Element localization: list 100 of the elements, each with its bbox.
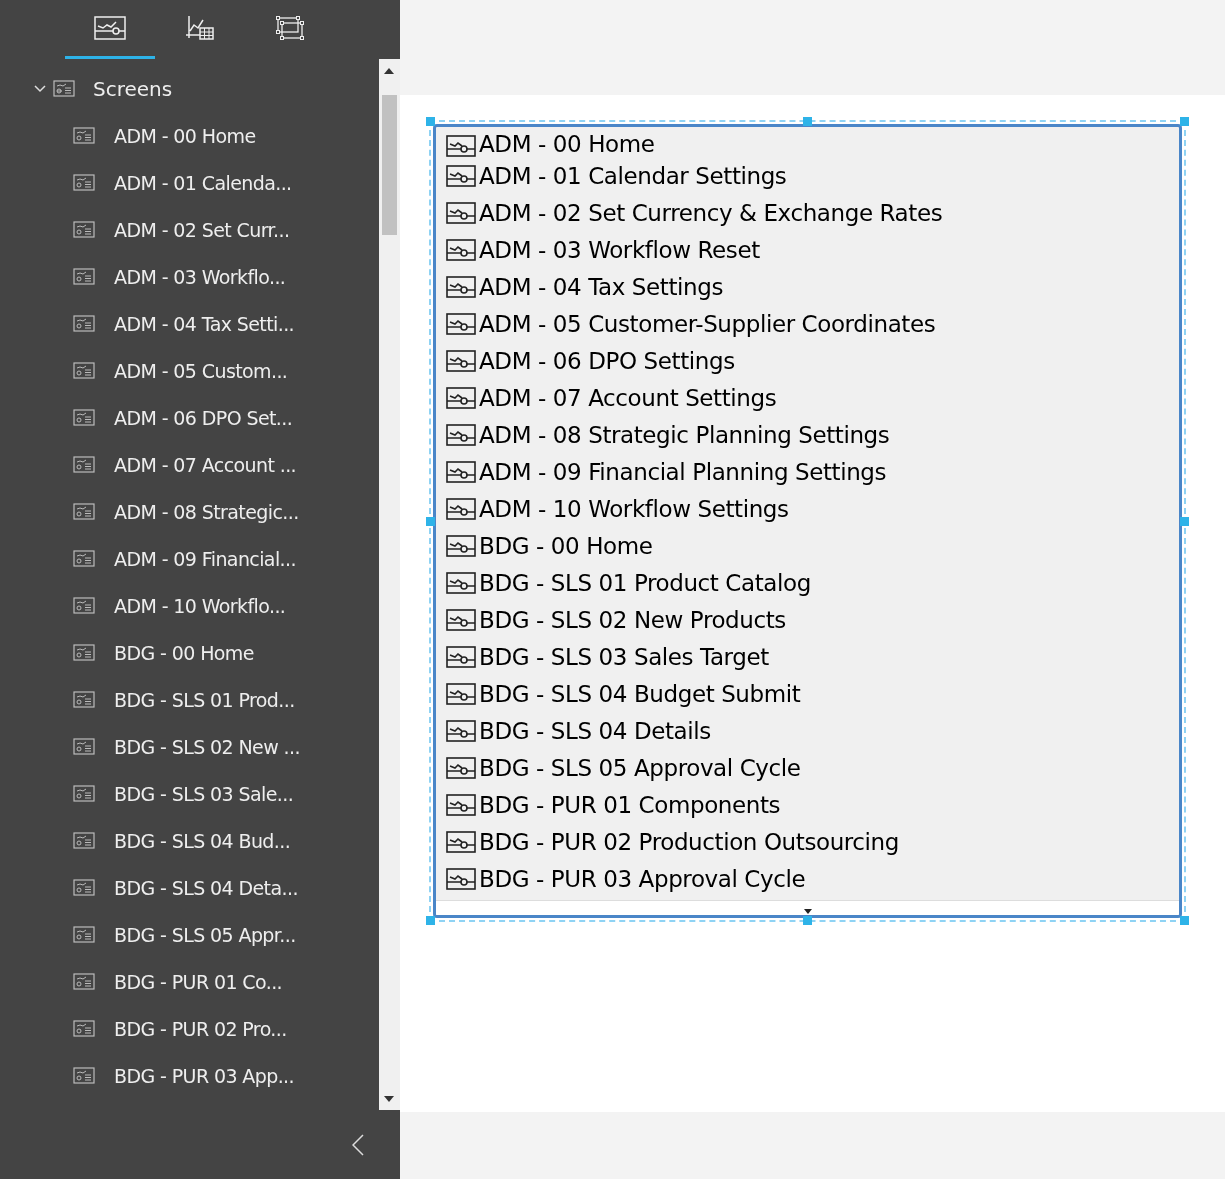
tree-item[interactable]: BDG - SLS 04 Bud... — [0, 817, 379, 864]
tree-item[interactable]: ADM - 04 Tax Setti... — [0, 300, 379, 347]
list-item[interactable]: ADM - 10 Workflow Settings — [436, 490, 1179, 527]
list-item[interactable]: ADM - 05 Customer-Supplier Coordinates — [436, 305, 1179, 342]
screen-icon — [73, 926, 95, 943]
scroll-up-icon[interactable] — [384, 68, 394, 74]
tree-item[interactable]: ADM - 01 Calenda... — [0, 159, 379, 206]
tree-item[interactable]: ADM - 09 Financial... — [0, 535, 379, 582]
list-item[interactable]: BDG - SLS 03 Sales Target — [436, 638, 1179, 675]
screen-icon — [446, 386, 476, 409]
list-item[interactable]: ADM - 07 Account Settings — [436, 379, 1179, 416]
frames-icon — [275, 15, 305, 41]
dropdown-icon — [804, 909, 812, 914]
screen-icon — [446, 682, 476, 705]
screen-icon — [446, 423, 476, 446]
tree-item[interactable]: ADM - 02 Set Curr... — [0, 206, 379, 253]
screen-icon — [446, 238, 476, 261]
screen-icon — [73, 597, 95, 614]
screen-icon — [446, 793, 476, 816]
tree-item[interactable]: ADM - 06 DPO Set... — [0, 394, 379, 441]
list-item[interactable]: BDG - PUR 03 Approval Cycle — [436, 860, 1179, 897]
list-item[interactable]: ADM - 02 Set Currency & Exchange Rates — [436, 194, 1179, 231]
screen-icon — [446, 201, 476, 224]
tree-item[interactable]: ADM - 00 Home — [0, 112, 379, 159]
tree-item[interactable]: BDG - PUR 01 Co... — [0, 958, 379, 1005]
screen-icon — [73, 127, 95, 144]
scroll-thumb[interactable] — [382, 95, 397, 235]
list-item[interactable]: BDG - PUR 02 Production Outsourcing — [436, 823, 1179, 860]
tree-item[interactable]: BDG - PUR 03 App... — [0, 1052, 379, 1099]
screen-icon — [73, 644, 95, 661]
screen-icon — [73, 362, 95, 379]
screen-icon — [446, 497, 476, 520]
list-item[interactable]: ADM - 06 DPO Settings — [436, 342, 1179, 379]
list-item[interactable]: ADM - 04 Tax Settings — [436, 268, 1179, 305]
screen-icon — [73, 691, 95, 708]
screen-icon — [73, 973, 95, 990]
chart-table-icon — [185, 15, 215, 41]
screen-icon — [73, 1020, 95, 1037]
screen-icon — [73, 738, 95, 755]
screen-icon — [446, 571, 476, 594]
tree-item[interactable]: ADM - 07 Account ... — [0, 441, 379, 488]
screen-icon — [446, 460, 476, 483]
resize-handle[interactable] — [1180, 517, 1189, 526]
list-item[interactable]: ADM - 09 Financial Planning Settings — [436, 453, 1179, 490]
tree-item[interactable]: BDG - SLS 02 New ... — [0, 723, 379, 770]
tree-item[interactable]: BDG - SLS 05 Appr... — [0, 911, 379, 958]
screen-icon — [53, 80, 75, 97]
screen-icon — [73, 832, 95, 849]
tree-item[interactable]: BDG - 00 Home — [0, 629, 379, 676]
resize-handle[interactable] — [1180, 117, 1189, 126]
screen-icon — [446, 275, 476, 298]
tree-item[interactable]: BDG - PUR 02 Pro... — [0, 1005, 379, 1052]
tree-item[interactable]: BDG - SLS 04 Deta... — [0, 864, 379, 911]
list-item[interactable]: ADM - 01 Calendar Settings — [436, 157, 1179, 194]
list-item[interactable]: ADM - 03 Workflow Reset — [436, 231, 1179, 268]
screen-icon — [73, 315, 95, 332]
screen-icon — [73, 550, 95, 567]
list-item[interactable]: ADM - 08 Strategic Planning Settings — [436, 416, 1179, 453]
screen-icon — [446, 534, 476, 557]
list-item[interactable]: ADM - 00 Home — [436, 127, 1179, 157]
screen-icon — [73, 409, 95, 426]
screen-icon — [446, 349, 476, 372]
list-box[interactable] — [433, 124, 1182, 918]
screen-icon — [73, 503, 95, 520]
screen-icon — [73, 456, 95, 473]
resize-handle[interactable] — [1180, 916, 1189, 925]
screen-icon — [73, 785, 95, 802]
list-item[interactable]: BDG - SLS 04 Budget Submit — [436, 675, 1179, 712]
list-item[interactable]: BDG - PUR 01 Components — [436, 786, 1179, 823]
tree-item[interactable]: ADM - 05 Custom... — [0, 347, 379, 394]
list-item[interactable]: BDG - 00 Home — [436, 527, 1179, 564]
screen-icon — [446, 719, 476, 742]
tree-item[interactable]: Screens — [0, 65, 379, 112]
tree-item[interactable]: BDG - SLS 01 Prod... — [0, 676, 379, 723]
tree-item[interactable]: ADM - 08 Strategic... — [0, 488, 379, 535]
screen-icon — [446, 830, 476, 853]
resize-handle[interactable] — [426, 517, 435, 526]
screen-icon — [73, 174, 95, 191]
list-item[interactable]: BDG - SLS 02 New Products — [436, 601, 1179, 638]
tree-item[interactable]: BDG - SLS 03 Sale... — [0, 770, 379, 817]
resize-handle[interactable] — [426, 117, 435, 126]
tree-item[interactable]: ADM - 10 Workflo... — [0, 582, 379, 629]
list-item[interactable]: BDG - SLS 05 Approval Cycle — [436, 749, 1179, 786]
list-item[interactable]: BDG - SLS 04 Details — [436, 712, 1179, 749]
screen-icon — [73, 221, 95, 238]
resize-handle[interactable] — [803, 916, 812, 925]
screen-icon — [446, 164, 476, 187]
screen-icon — [446, 312, 476, 335]
screen-icon — [446, 756, 476, 779]
screen-icon — [94, 16, 126, 40]
collapse-icon[interactable] — [352, 1133, 364, 1156]
resize-handle[interactable] — [426, 916, 435, 925]
resize-handle[interactable] — [803, 117, 812, 126]
screen-icon — [73, 879, 95, 896]
screen-icon — [446, 645, 476, 668]
scrollbar[interactable] — [379, 59, 400, 1110]
tree-item[interactable]: ADM - 03 Workflo... — [0, 253, 379, 300]
scroll-down-icon[interactable] — [384, 1096, 394, 1102]
screen-icon — [73, 1067, 95, 1084]
list-item[interactable]: BDG - SLS 01 Product Catalog — [436, 564, 1179, 601]
